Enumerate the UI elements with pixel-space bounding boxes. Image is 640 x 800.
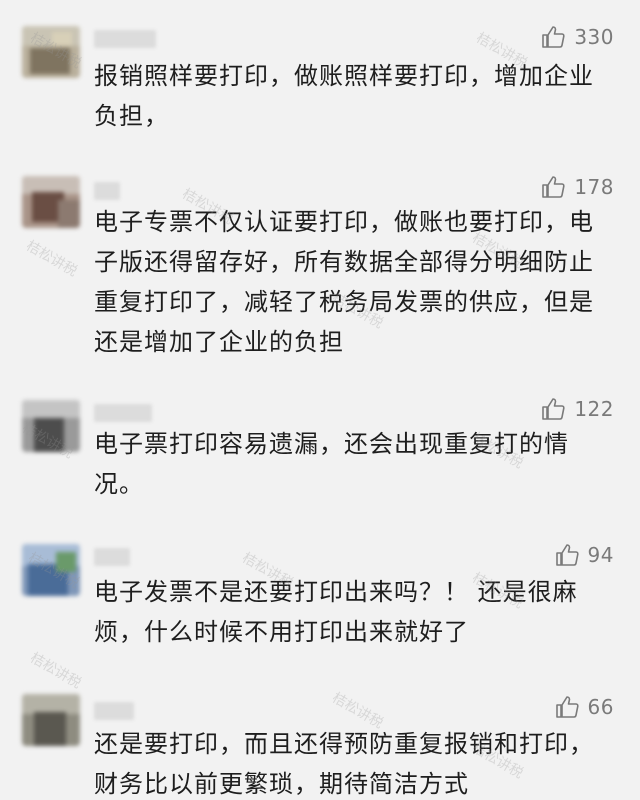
- like-count: 122: [574, 397, 614, 421]
- like-count: 178: [574, 175, 614, 199]
- avatar[interactable]: [22, 544, 80, 596]
- watermark: 桔松讲税: [23, 237, 80, 280]
- thumbs-up-icon: [540, 174, 566, 200]
- avatar[interactable]: [22, 400, 80, 452]
- comment-text: 还是要打印，而且还得预防重复报销和打印，财务比以前更繁琐，期待简洁方式: [94, 730, 594, 798]
- username[interactable]: [94, 404, 152, 422]
- like-count: 330: [574, 25, 614, 49]
- like-button[interactable]: 66: [554, 692, 614, 722]
- watermark: 桔松讲税: [27, 649, 84, 692]
- comment-feed: 330 报销照样要打印，做账照样要打印，增加企业负担， 178 电子专票不仅认证…: [0, 0, 640, 800]
- like-count: 66: [587, 695, 614, 719]
- avatar[interactable]: [22, 26, 80, 78]
- comment-text: 报销照样要打印，做账照样要打印，增加企业负担，: [94, 62, 594, 130]
- like-button[interactable]: 178: [540, 172, 614, 202]
- username[interactable]: [94, 702, 134, 720]
- avatar[interactable]: [22, 694, 80, 746]
- like-button[interactable]: 330: [540, 22, 614, 52]
- like-button[interactable]: 122: [540, 394, 614, 424]
- username[interactable]: [94, 182, 120, 200]
- comment-text: 电子专票不仅认证要打印，做账也要打印，电子版还得留存好，所有数据全部得分明细防止…: [94, 208, 594, 356]
- thumbs-up-icon: [540, 24, 566, 50]
- username[interactable]: [94, 548, 130, 566]
- username[interactable]: [94, 30, 156, 48]
- comment-text: 电子发票不是还要打印出来吗？！ 还是很麻烦，什么时候不用打印出来就好了: [94, 578, 578, 646]
- thumbs-up-icon: [540, 396, 566, 422]
- avatar[interactable]: [22, 176, 80, 228]
- comment-text: 电子票打印容易遗漏，还会出现重复打的情况。: [94, 430, 569, 498]
- thumbs-up-icon: [554, 694, 580, 720]
- thumbs-up-icon: [554, 542, 580, 568]
- like-count: 94: [587, 543, 614, 567]
- like-button[interactable]: 94: [554, 540, 614, 570]
